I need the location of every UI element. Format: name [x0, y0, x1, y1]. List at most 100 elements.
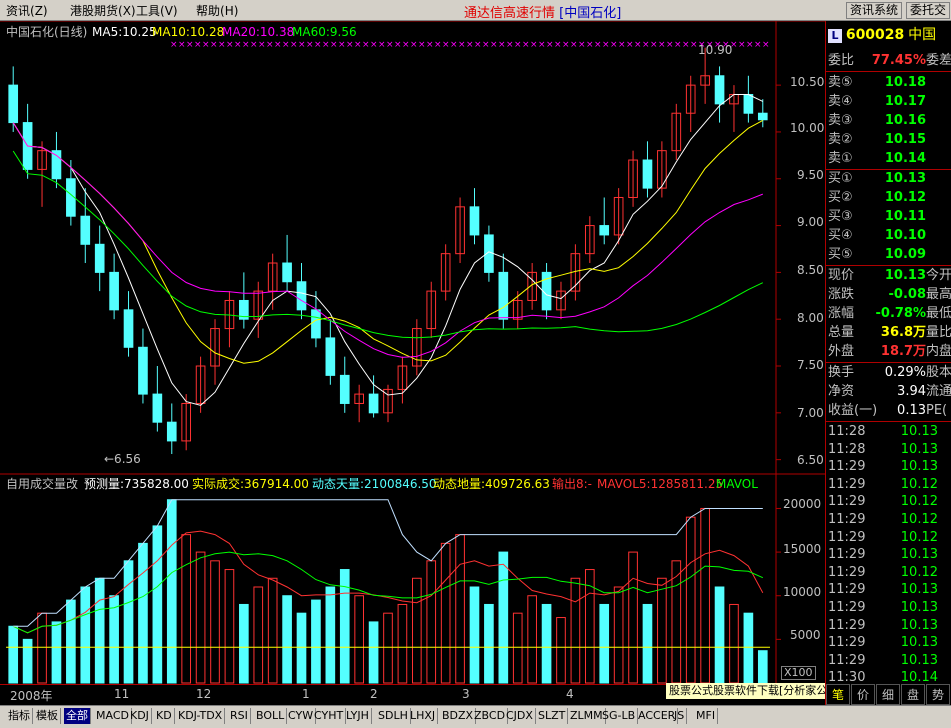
- indicator-tab[interactable]: SLZT: [536, 708, 569, 724]
- volume-bar: [282, 595, 292, 684]
- indicator-tab[interactable]: KDJ: [128, 708, 152, 724]
- buy5-row[interactable]: 买⑤ 10.09: [828, 245, 951, 264]
- indicator-tab[interactable]: KD: [154, 708, 175, 724]
- indicator-tab[interactable]: CJDX: [504, 708, 536, 724]
- y-tick: 7.50: [797, 358, 824, 372]
- signal-marker: ×: [610, 40, 618, 50]
- candle-body: [123, 309, 134, 348]
- volume-bar: [22, 638, 33, 684]
- tab-trend[interactable]: 势: [926, 684, 950, 705]
- buy4-row[interactable]: 买④ 10.10: [828, 226, 951, 245]
- vol-mavol10: MAVOL: [716, 477, 758, 491]
- tick-row: 11:29 10.13: [828, 599, 951, 617]
- menu-hk-futures[interactable]: 港股期货(X): [70, 2, 136, 19]
- y-tick: 6.50: [797, 453, 824, 467]
- indicator-tab[interactable]: 模板: [34, 708, 61, 724]
- stat-row: 外盘 18.7万 内盘: [828, 344, 951, 359]
- signal-marker: ×: [186, 40, 194, 50]
- tick-time: 11:29: [828, 617, 866, 633]
- signal-marker: ×: [434, 40, 442, 50]
- volume-bar: [455, 534, 465, 684]
- sell1-row[interactable]: 卖① 10.14: [828, 149, 951, 168]
- tab-book[interactable]: 盘: [901, 684, 925, 705]
- tab-price[interactable]: 价: [851, 684, 875, 705]
- signal-marker: ×: [242, 40, 250, 50]
- signal-marker: ×: [330, 40, 338, 50]
- buy1-row[interactable]: 买① 10.13: [828, 169, 951, 188]
- sell2-row[interactable]: 卖② 10.15: [828, 130, 951, 149]
- indicator-tab[interactable]: MACD: [94, 708, 132, 724]
- signal-marker: ×: [210, 40, 218, 50]
- ma5-line: [12, 94, 764, 406]
- candle-body: [325, 337, 336, 376]
- kline-chart[interactable]: × × × × × × × × × × × × × × × × × × × × × × × × × × × × × × × × × × × × × × × ×…: [0, 21, 825, 705]
- volume-bar: [80, 586, 91, 684]
- tab-detail[interactable]: 细: [876, 684, 900, 705]
- info-system-button[interactable]: 资讯系统: [846, 2, 903, 19]
- tick-row: 11:29 10.13: [828, 546, 951, 564]
- indicator-tab[interactable]: BDZX: [440, 708, 477, 724]
- indicator-tab[interactable]: BOLL: [254, 708, 288, 724]
- sell4-row[interactable]: 卖④ 10.17: [828, 92, 951, 111]
- menu-help[interactable]: 帮助(H): [196, 2, 238, 19]
- trade-button[interactable]: 委托交: [906, 2, 951, 19]
- tick-time: 11:29: [828, 476, 866, 492]
- signal-marker: ×: [586, 40, 594, 50]
- sell3-row[interactable]: 卖③ 10.16: [828, 111, 951, 130]
- signal-marker: ×: [650, 40, 658, 50]
- tick-price: 10.13: [900, 582, 938, 598]
- app-title: 通达信高速行情 [中国石化]: [464, 6, 622, 21]
- indicator-tab[interactable]: RSI: [228, 708, 251, 724]
- signal-marker: ×: [458, 40, 466, 50]
- indicator-tab[interactable]: 指标: [6, 708, 33, 724]
- volume-bar: [685, 516, 696, 684]
- volume-bar: [440, 542, 451, 684]
- time-label: 11: [114, 687, 130, 701]
- volume-bar: [599, 603, 610, 684]
- signal-marker: ×: [266, 40, 274, 50]
- signal-marker: ×: [250, 40, 258, 50]
- tab-ticks[interactable]: 笔: [826, 684, 850, 705]
- signal-marker: ×: [226, 40, 234, 50]
- indicator-tab[interactable]: KDJ-TDX: [176, 708, 226, 724]
- tick-row: 11:29 10.12: [828, 511, 951, 529]
- indicator-tab[interactable]: JS: [672, 708, 688, 724]
- candle-body: [339, 374, 350, 404]
- signal-marker: ×: [258, 40, 266, 50]
- tick-row: 11:29 10.13: [828, 617, 951, 635]
- time-label: 3: [462, 687, 470, 701]
- volume-bar: [729, 603, 739, 684]
- indicator-tab[interactable]: ZBCD: [472, 708, 509, 724]
- indicator-tab[interactable]: SDLH: [376, 708, 411, 724]
- tick-time: 11:29: [828, 600, 866, 615]
- candle-body: [469, 206, 480, 236]
- signal-marker: ×: [578, 40, 586, 50]
- stat-row: 涨幅 -0.78% 最低: [828, 306, 951, 321]
- candle-body: [498, 271, 509, 320]
- y-tick: 9.00: [797, 215, 824, 229]
- chart-area[interactable]: × × × × × × × × × × × × × × × × × × × × × × × × × × × × × × × × × × × × × × × ×…: [0, 21, 825, 705]
- volume-bar: [383, 612, 393, 684]
- menu-info[interactable]: 资讯(Z): [6, 2, 48, 19]
- indicator-tab[interactable]: SG-LB: [600, 708, 639, 724]
- stat-row: 总量 36.8万 量比: [828, 325, 951, 340]
- candle-body: [311, 309, 321, 339]
- buy2-row[interactable]: 买② 10.12: [828, 188, 951, 207]
- time-label: 1: [302, 687, 310, 701]
- indicator-tab[interactable]: 全部: [64, 708, 91, 724]
- indicator-tab[interactable]: CYHT: [312, 708, 347, 724]
- buy3-row[interactable]: 买③ 10.11: [828, 207, 951, 226]
- signal-marker: ×: [202, 40, 210, 50]
- tick-price: 10.13: [900, 547, 938, 563]
- volume-bar: [109, 595, 119, 684]
- sell5-row[interactable]: 卖⑤ 10.18: [828, 73, 951, 92]
- signal-marker: ×: [690, 40, 698, 50]
- tick-row: 11:28 10.13: [828, 423, 951, 441]
- tick-time: 11:28: [828, 424, 866, 439]
- indicator-tab[interactable]: LYJH: [344, 708, 372, 724]
- tick-time: 11:29: [828, 547, 866, 563]
- tick-time: 11:29: [828, 652, 866, 668]
- menu-tools[interactable]: 工具(V): [136, 2, 178, 19]
- indicator-tab[interactable]: LHXJ: [408, 708, 439, 724]
- indicator-tab[interactable]: MFI: [694, 708, 719, 724]
